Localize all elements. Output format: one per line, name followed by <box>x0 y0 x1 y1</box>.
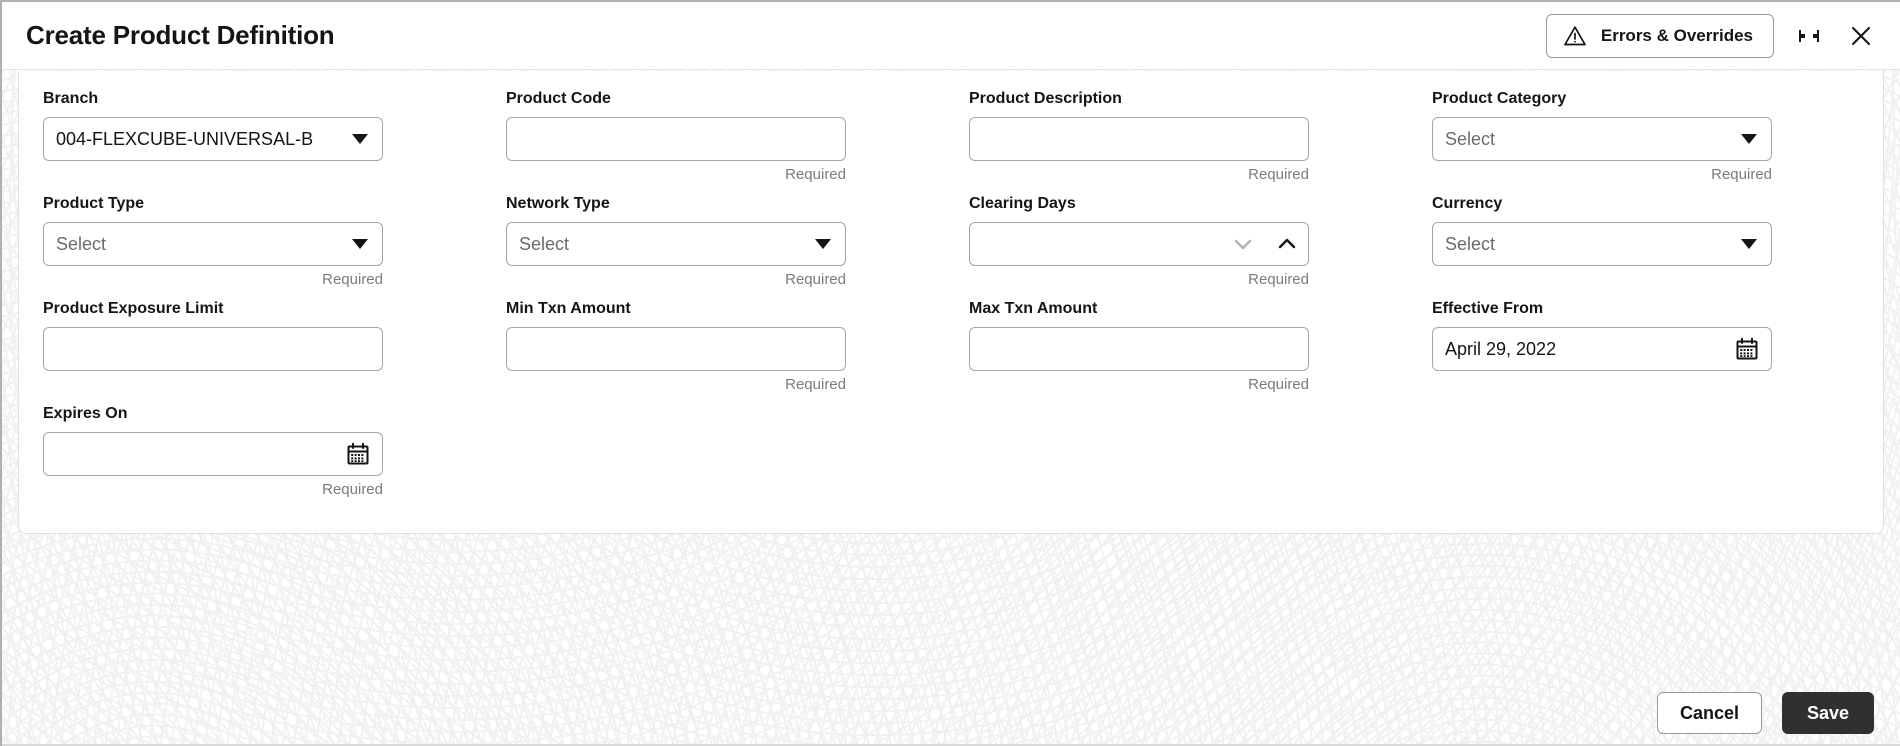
number-stepper-clearing-days[interactable] <box>969 222 1309 266</box>
label-currency: Currency <box>1432 195 1503 212</box>
errors-and-overrides-button[interactable]: Errors & Overrides <box>1545 13 1774 58</box>
value-currency: Select <box>1445 234 1496 254</box>
label-network-type: Network Type <box>506 195 610 212</box>
value-product-category: Select <box>1445 129 1496 149</box>
hint-clearing-days: Required <box>1248 271 1309 288</box>
label-product-category: Product Category <box>1432 90 1567 107</box>
select-branch[interactable]: 004-FLEXCUBE-UNIVERSAL-B <box>43 117 383 161</box>
form-field-grid: Branch 004-FLEXCUBE-UNIVERSAL-B Product Co… <box>43 89 1859 509</box>
save-button[interactable]: Save <box>1782 692 1874 734</box>
field-effective-from: Effective From April 29, 2022 <box>1432 299 1895 404</box>
warning-triangle-icon <box>1563 24 1587 48</box>
label-product-code: Product Code <box>506 90 611 107</box>
value-product-type: Select <box>56 234 107 254</box>
errors-and-overrides-label: Errors & Overrides <box>1600 25 1753 45</box>
hint-product-category: Required <box>1711 166 1772 183</box>
stepper-increment-chevron-up-icon[interactable] <box>1276 233 1298 255</box>
date-input-expires-on[interactable] <box>43 432 383 476</box>
label-min-txn-amount: Min Txn Amount <box>506 300 631 317</box>
hint-product-description: Required <box>1248 166 1309 183</box>
hint-max-txn-amount: Required <box>1248 376 1309 393</box>
input-product-description[interactable] <box>969 117 1309 161</box>
input-product-code[interactable] <box>506 117 846 161</box>
window-body: Branch 004-FLEXCUBE-UNIVERSAL-B Product Co… <box>2 70 1900 746</box>
collapse-icon[interactable] <box>1792 19 1826 53</box>
chevron-down-icon <box>352 239 368 249</box>
field-product-type: Product Type Select Required <box>43 194 506 299</box>
date-input-effective-from[interactable]: April 29, 2022 <box>1432 327 1772 371</box>
page-title: Create Product Definition <box>26 20 335 50</box>
input-product-exposure-limit[interactable] <box>43 327 383 371</box>
value-network-type: Select <box>519 234 570 254</box>
header-actions: Errors & Overrides <box>1545 13 1878 58</box>
stepper-decrement-chevron-down-icon[interactable] <box>1232 233 1254 255</box>
label-product-description: Product Description <box>969 90 1122 107</box>
calendar-icon[interactable] <box>346 442 370 466</box>
label-product-exposure-limit: Product Exposure Limit <box>43 300 224 317</box>
label-max-txn-amount: Max Txn Amount <box>969 300 1098 317</box>
create-product-definition-window: Create Product Definition Errors & Overr… <box>0 0 1900 746</box>
stepper-controls <box>1232 223 1298 265</box>
field-product-exposure-limit: Product Exposure Limit <box>43 299 506 404</box>
chevron-down-icon <box>815 239 831 249</box>
label-product-type: Product Type <box>43 195 145 212</box>
label-effective-from: Effective From <box>1432 300 1544 317</box>
field-network-type: Network Type Select Required <box>506 194 969 299</box>
product-definition-form: Branch 004-FLEXCUBE-UNIVERSAL-B Product Co… <box>18 71 1884 534</box>
window-header: Create Product Definition Errors & Overr… <box>2 2 1900 70</box>
field-max-txn-amount: Max Txn Amount Required <box>969 299 1432 404</box>
cancel-button[interactable]: Cancel <box>1656 692 1762 734</box>
label-expires-on: Expires On <box>43 405 128 422</box>
chevron-down-icon <box>1741 239 1757 249</box>
chevron-down-icon <box>1741 134 1757 144</box>
input-min-txn-amount[interactable] <box>506 327 846 371</box>
label-clearing-days: Clearing Days <box>969 195 1076 212</box>
select-product-type[interactable]: Select <box>43 222 383 266</box>
label-branch: Branch <box>43 90 99 107</box>
field-product-category: Product Category Select Required <box>1432 89 1895 194</box>
field-currency: Currency Select <box>1432 194 1895 299</box>
field-branch: Branch 004-FLEXCUBE-UNIVERSAL-B <box>43 89 506 194</box>
calendar-icon[interactable] <box>1735 337 1759 361</box>
hint-min-txn-amount: Required <box>785 376 846 393</box>
input-max-txn-amount[interactable] <box>969 327 1309 371</box>
field-product-description: Product Description Required <box>969 89 1432 194</box>
hint-product-code: Required <box>785 166 846 183</box>
field-min-txn-amount: Min Txn Amount Required <box>506 299 969 404</box>
select-network-type[interactable]: Select <box>506 222 846 266</box>
close-icon[interactable] <box>1844 19 1878 53</box>
value-branch: 004-FLEXCUBE-UNIVERSAL-B <box>56 129 314 149</box>
field-clearing-days: Clearing Days Required <box>969 194 1432 299</box>
select-product-category[interactable]: Select <box>1432 117 1772 161</box>
field-product-code: Product Code Required <box>506 89 969 194</box>
hint-expires-on: Required <box>322 481 383 498</box>
chevron-down-icon <box>352 134 368 144</box>
select-currency[interactable]: Select <box>1432 222 1772 266</box>
hint-network-type: Required <box>785 271 846 288</box>
value-effective-from: April 29, 2022 <box>1445 339 1557 359</box>
field-expires-on: Expires On Required <box>43 404 506 509</box>
footer-actions: Cancel Save <box>2 680 1900 746</box>
hint-product-type: Required <box>322 271 383 288</box>
